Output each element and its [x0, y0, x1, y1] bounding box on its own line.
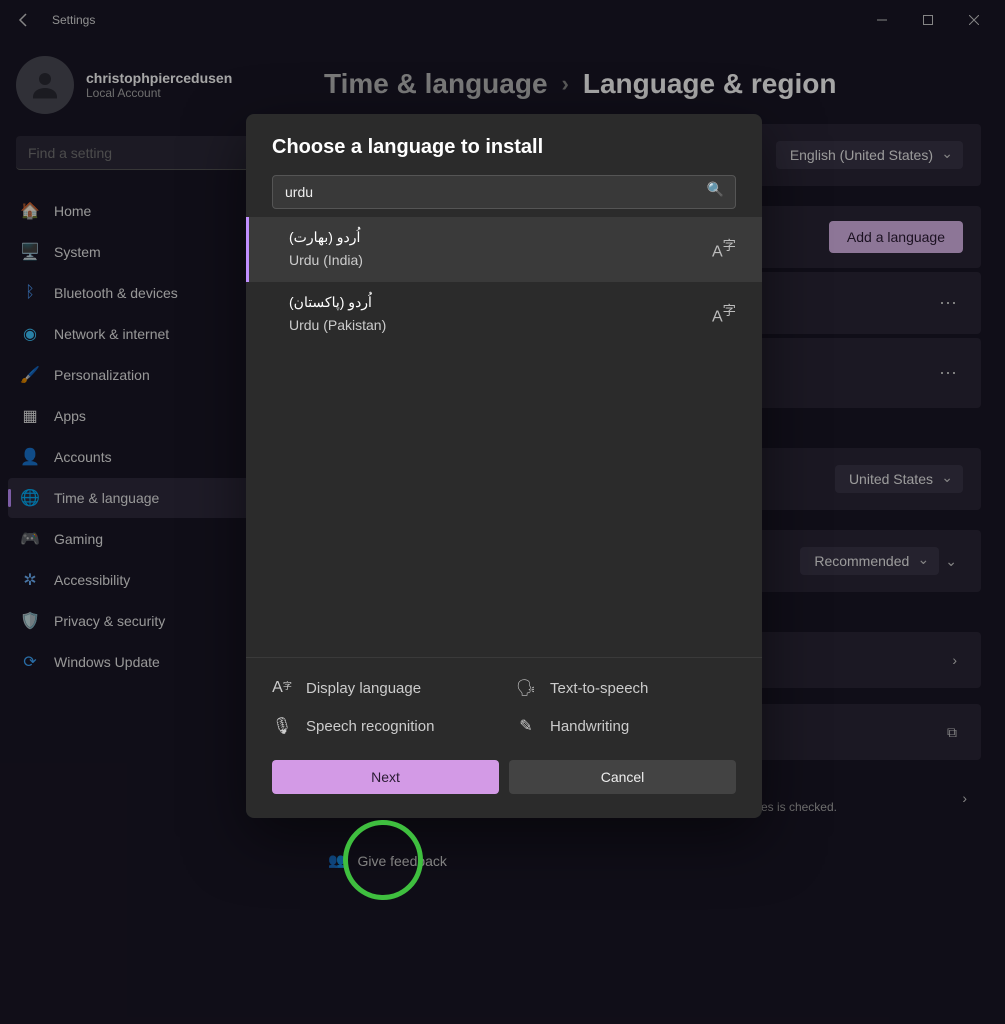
- display-lang-icon: A字: [712, 300, 736, 326]
- minimize-button[interactable]: [859, 4, 905, 36]
- apps-icon: ▦: [20, 406, 40, 426]
- gaming-icon: 🎮: [20, 529, 40, 549]
- wifi-icon: ◉: [20, 324, 40, 344]
- page-title: Language & region: [583, 68, 837, 100]
- system-icon: 🖥️: [20, 242, 40, 262]
- avatar: [16, 56, 74, 114]
- language-results-list: اُردو (بھارت) Urdu (India) A字 اُردو (پاک…: [246, 217, 762, 657]
- app-title: Settings: [52, 13, 95, 27]
- language-english: Urdu (Pakistan): [289, 317, 712, 333]
- account-icon: 👤: [20, 447, 40, 467]
- feature-speech: 🎙 Speech recognition: [272, 716, 492, 736]
- sidebar-item-label: Accessibility: [54, 572, 130, 588]
- back-button[interactable]: [8, 4, 40, 36]
- feedback-icon: 👥: [328, 852, 345, 869]
- shield-icon: 🛡️: [20, 611, 40, 631]
- country-dropdown[interactable]: United States: [835, 465, 963, 493]
- language-install-modal: Choose a language to install 🔍 اُردو (بھ…: [246, 114, 762, 818]
- feature-legend: A字 Display language 🗣 Text-to-speech 🎙 S…: [246, 657, 762, 756]
- feature-handwriting: ✎ Handwriting: [516, 716, 736, 736]
- next-button[interactable]: Next: [272, 760, 499, 794]
- search-icon: 🔍: [707, 181, 724, 198]
- sidebar-item-label: Home: [54, 203, 91, 219]
- sidebar-item-label: Privacy & security: [54, 613, 165, 629]
- display-lang-icon: A字: [272, 679, 292, 697]
- accessibility-icon: ✲: [20, 570, 40, 590]
- sidebar-item-label: Network & internet: [54, 326, 169, 342]
- profile-name: christophpiercedusen: [86, 70, 232, 86]
- language-native: اُردو (پاکستان): [289, 294, 712, 311]
- titlebar: Settings: [0, 0, 1005, 40]
- language-native: اُردو (بھارت): [289, 229, 712, 246]
- search-input[interactable]: [16, 136, 284, 170]
- language-result[interactable]: اُردو (پاکستان) Urdu (Pakistan) A字: [246, 282, 762, 347]
- tts-icon: 🗣: [516, 678, 536, 698]
- sidebar-item-label: Gaming: [54, 531, 103, 547]
- home-icon: 🏠: [20, 201, 40, 221]
- feedback-label: Give feedback: [357, 853, 447, 869]
- feature-display: A字 Display language: [272, 678, 492, 698]
- feature-label: Text-to-speech: [550, 680, 648, 697]
- feature-tts: 🗣 Text-to-speech: [516, 678, 736, 698]
- profile-sub: Local Account: [86, 86, 232, 100]
- breadcrumb: Time & language › Language & region: [324, 68, 981, 100]
- more-button[interactable]: ⋯: [933, 288, 963, 318]
- sidebar-item-label: System: [54, 244, 101, 260]
- mic-icon: 🎙: [272, 716, 292, 736]
- sidebar-item-label: Personalization: [54, 367, 150, 383]
- chevron-right-icon: ›: [956, 790, 973, 806]
- display-language-dropdown[interactable]: English (United States): [776, 141, 963, 169]
- globe-icon: 🌐: [20, 488, 40, 508]
- chevron-right-icon: ›: [946, 652, 963, 668]
- chevron-down-icon[interactable]: ⌄: [939, 553, 963, 570]
- modal-title: Choose a language to install: [246, 114, 762, 169]
- language-result[interactable]: اُردو (بھارت) Urdu (India) A字: [246, 217, 762, 282]
- open-icon: ⧉: [941, 724, 963, 741]
- chevron-right-icon: ›: [562, 71, 569, 97]
- more-button[interactable]: ⋯: [933, 358, 963, 388]
- window-controls: [859, 4, 997, 36]
- handwriting-icon: ✎: [516, 716, 536, 736]
- sidebar-item-label: Time & language: [54, 490, 159, 506]
- brush-icon: 🖌️: [20, 365, 40, 385]
- add-language-button[interactable]: Add a language: [829, 221, 963, 253]
- breadcrumb-parent[interactable]: Time & language: [324, 68, 548, 100]
- format-dropdown[interactable]: Recommended: [800, 547, 939, 575]
- sidebar-item-label: Apps: [54, 408, 86, 424]
- feature-label: Handwriting: [550, 718, 629, 735]
- sidebar-item-label: Accounts: [54, 449, 112, 465]
- sidebar-item-label: Bluetooth & devices: [54, 285, 178, 301]
- maximize-button[interactable]: [905, 4, 951, 36]
- close-button[interactable]: [951, 4, 997, 36]
- bluetooth-icon: ᛒ: [20, 283, 40, 303]
- language-english: Urdu (India): [289, 252, 712, 268]
- feature-label: Display language: [306, 680, 421, 697]
- update-icon: ⟳: [20, 652, 40, 672]
- display-lang-icon: A字: [712, 235, 736, 261]
- give-feedback[interactable]: 👥 Give feedback: [324, 836, 981, 885]
- feature-label: Speech recognition: [306, 718, 434, 735]
- language-search-input[interactable]: [272, 175, 736, 209]
- sidebar-item-label: Windows Update: [54, 654, 160, 670]
- cancel-button[interactable]: Cancel: [509, 760, 736, 794]
